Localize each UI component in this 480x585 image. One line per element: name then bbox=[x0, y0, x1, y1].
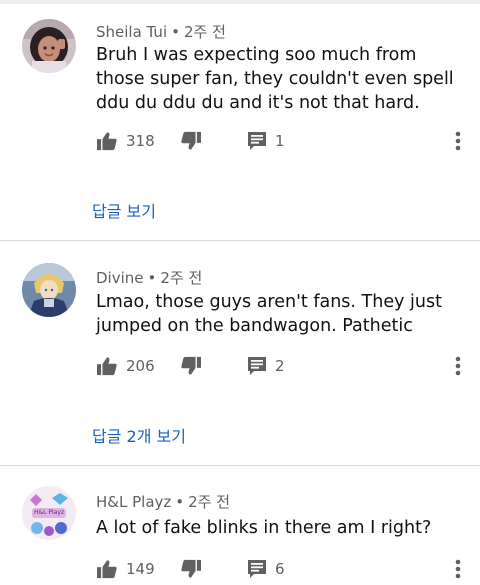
meta-separator: • bbox=[147, 269, 157, 287]
thumbs-down-icon bbox=[180, 559, 202, 579]
thumbs-down-icon bbox=[180, 356, 202, 376]
avatar[interactable] bbox=[22, 263, 76, 317]
thumbs-down-icon bbox=[180, 131, 202, 151]
more-vert-icon[interactable] bbox=[454, 557, 462, 581]
thumbs-up-icon bbox=[96, 131, 118, 151]
comment-actions: 318 1 bbox=[96, 127, 480, 155]
dislike-button[interactable] bbox=[180, 555, 202, 583]
comment-text: A lot of fake blinks in there am I right… bbox=[96, 518, 432, 538]
comment-author[interactable]: H&L Playz bbox=[96, 493, 171, 511]
comment-item: Sheila Tui • 2주 전 Bruh I was expecting soo… bbox=[0, 0, 480, 240]
reply-button[interactable]: 6 bbox=[247, 555, 285, 583]
like-button[interactable]: 206 bbox=[96, 352, 155, 380]
comment-author[interactable]: Sheila Tui bbox=[96, 23, 167, 41]
comment-text: Bruh I was expecting soo much from those… bbox=[96, 45, 454, 113]
thumbs-up-icon bbox=[96, 559, 118, 579]
comment-actions: 149 6 bbox=[96, 555, 480, 583]
comment-item: Divine • 2주 전 Lmao, those guys aren't fans… bbox=[0, 241, 480, 465]
view-replies-link[interactable]: 답글 보기 bbox=[92, 198, 156, 222]
like-button[interactable]: 318 bbox=[96, 127, 155, 155]
reply-button[interactable]: 2 bbox=[247, 352, 285, 380]
comment-icon bbox=[247, 131, 267, 151]
reply-count: 1 bbox=[275, 132, 285, 150]
comment-item: H&L Playz H&L Playz • 2주 전 A lot of fake b… bbox=[0, 466, 480, 585]
meta-separator: • bbox=[171, 23, 180, 41]
comment-author[interactable]: Divine bbox=[96, 269, 144, 287]
view-replies-link[interactable]: 답글 2개 보기 bbox=[92, 423, 186, 447]
avatar-badge-text: H&L Playz bbox=[33, 509, 65, 516]
comment-meta: Divine • 2주 전 bbox=[96, 267, 202, 288]
like-count: 206 bbox=[126, 357, 155, 375]
comment-text: Lmao, those guys aren't fans. They just … bbox=[96, 292, 442, 336]
dislike-button[interactable] bbox=[180, 127, 202, 155]
like-button[interactable]: 149 bbox=[96, 555, 155, 583]
reply-button[interactable]: 1 bbox=[247, 127, 285, 155]
comment-time: 2주 전 bbox=[188, 493, 231, 511]
like-count: 149 bbox=[126, 560, 155, 578]
comments-screen: Sheila Tui • 2주 전 Bruh I was expecting soo… bbox=[0, 0, 480, 585]
comment-meta: H&L Playz • 2주 전 bbox=[96, 491, 230, 512]
meta-separator: • bbox=[175, 493, 185, 511]
thumbs-up-icon bbox=[96, 356, 118, 376]
comment-icon bbox=[247, 356, 267, 376]
reply-count: 2 bbox=[275, 357, 285, 375]
more-vert-icon[interactable] bbox=[454, 129, 462, 153]
avatar[interactable] bbox=[22, 19, 76, 73]
comment-time: 2주 전 bbox=[160, 269, 203, 287]
comment-meta: Sheila Tui • 2주 전 bbox=[96, 21, 226, 42]
dislike-button[interactable] bbox=[180, 352, 202, 380]
comment-icon bbox=[247, 559, 267, 579]
avatar[interactable]: H&L Playz bbox=[22, 486, 76, 540]
more-vert-icon[interactable] bbox=[454, 354, 462, 378]
reply-count: 6 bbox=[275, 560, 285, 578]
comment-actions: 206 2 bbox=[96, 352, 480, 380]
like-count: 318 bbox=[126, 132, 155, 150]
comment-time: 2주 전 bbox=[183, 23, 226, 41]
